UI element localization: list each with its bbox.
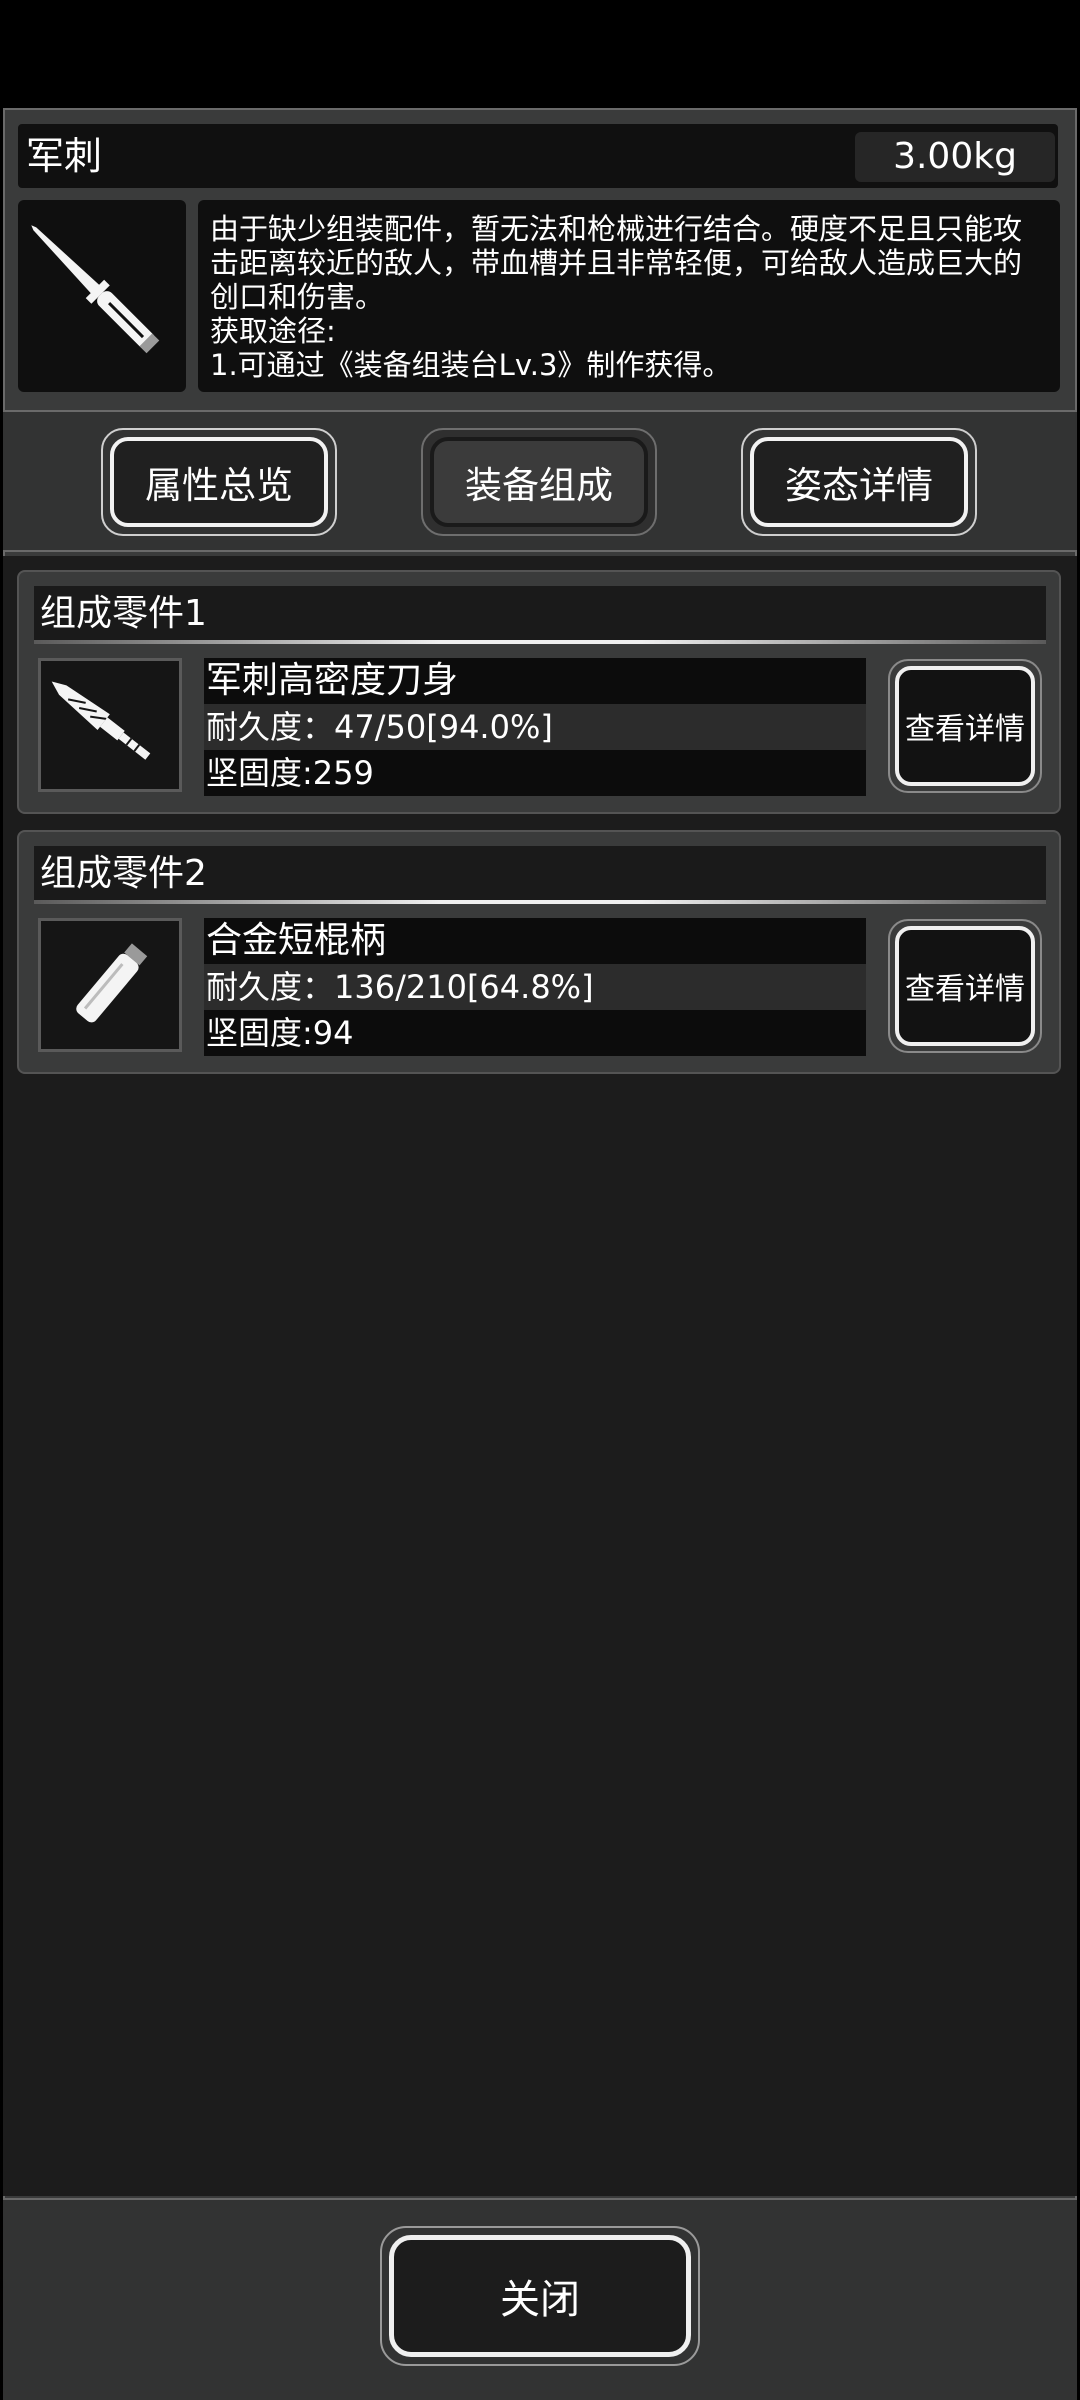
view-details-label: 查看详情 — [895, 926, 1035, 1046]
item-icon-frame — [18, 200, 186, 392]
tab-label: 装备组成 — [430, 437, 648, 527]
part-name: 军刺高密度刀身 — [204, 658, 866, 704]
part-durability: 耐久度：136/210[64.8%] — [204, 964, 866, 1010]
item-description: 由于缺少组装配件，暂无法和枪械进行结合。硬度不足且只能攻 击距离较近的敌人，带血… — [198, 200, 1060, 392]
part-name: 合金短棍柄 — [204, 918, 866, 964]
view-details-button[interactable]: 查看详情 — [888, 659, 1042, 793]
part-title: 组成零件1 — [40, 593, 207, 634]
part-durability: 耐久度：47/50[94.0%] — [204, 704, 866, 750]
item-name: 军刺 — [26, 134, 103, 178]
view-details-button[interactable]: 查看详情 — [888, 919, 1042, 1053]
short-handle-icon — [76, 943, 148, 1023]
part-icon-frame — [38, 918, 182, 1052]
item-weight: 3.00kg — [855, 132, 1055, 182]
part-title: 组成零件2 — [40, 853, 207, 894]
description-line: 击距离较近的敌人，带血槽并且非常轻便，可给敌人造成巨大的 — [210, 246, 1023, 280]
blade-icon — [51, 681, 151, 760]
tab-attribute-overview[interactable]: 属性总览 — [101, 428, 337, 536]
tab-label: 属性总览 — [110, 437, 328, 527]
part-hardness: 坚固度:259 — [204, 750, 866, 796]
tab-stance-details[interactable]: 姿态详情 — [741, 428, 977, 536]
description-line: 创口和伤害。 — [210, 280, 385, 314]
description-line: 由于缺少组装配件，暂无法和枪械进行结合。硬度不足且只能攻 — [210, 212, 1023, 246]
description-line: 1.可通过《装备组装台Lv.3》制作获得。 — [210, 348, 732, 382]
part-info: 合金短棍柄 耐久度：136/210[64.8%] 坚固度:94 — [204, 918, 866, 1058]
tab-equipment-composition[interactable]: 装备组成 — [421, 428, 657, 536]
part-icon-frame — [38, 658, 182, 792]
view-details-label: 查看详情 — [895, 666, 1035, 786]
close-label: 关闭 — [389, 2235, 691, 2357]
divider — [34, 900, 1046, 904]
tab-label: 姿态详情 — [750, 437, 968, 527]
bayonet-icon — [31, 225, 160, 354]
close-button[interactable]: 关闭 — [380, 2226, 700, 2366]
part-hardness: 坚固度:94 — [204, 1010, 866, 1056]
description-line: 获取途径: — [210, 314, 336, 348]
part-info: 军刺高密度刀身 耐久度：47/50[94.0%] 坚固度:259 — [204, 658, 866, 798]
divider — [34, 640, 1046, 644]
